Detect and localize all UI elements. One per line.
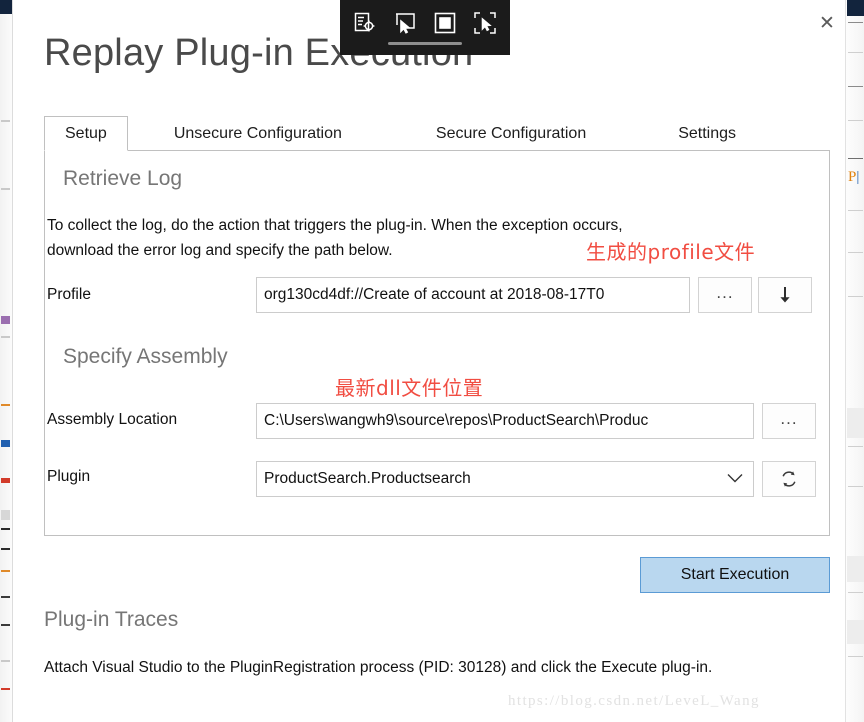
- close-icon[interactable]: ✕: [812, 8, 842, 38]
- assembly-location-label: Assembly Location: [47, 411, 178, 428]
- selection-capture-icon[interactable]: [470, 8, 500, 38]
- assembly-browse-button[interactable]: ...: [762, 403, 816, 439]
- refresh-icon: [782, 471, 796, 487]
- background-titlebar-left: [0, 0, 12, 14]
- tab-setup[interactable]: Setup: [44, 116, 128, 151]
- annotation-profile-file: 生成的profile文件: [586, 240, 756, 264]
- background-truncated-text: P|: [848, 169, 860, 185]
- plugin-select-value: ProductSearch.Productsearch: [264, 470, 471, 487]
- toolbar-drag-handle[interactable]: [388, 42, 462, 45]
- background-window-right-edge: P|: [845, 0, 864, 722]
- profile-label: Profile: [47, 286, 91, 303]
- annotation-dll-location: 最新dll文件位置: [335, 376, 484, 400]
- tab-bar[interactable]: Setup Unsecure Configuration Secure Conf…: [44, 116, 830, 151]
- tab-settings[interactable]: Settings: [658, 116, 756, 151]
- specify-assembly-heading: Specify Assembly: [63, 345, 228, 368]
- background-window-left-edge: [0, 0, 13, 722]
- screen-capture-toolbar[interactable]: [340, 0, 510, 55]
- profile-browse-button[interactable]: ...: [698, 277, 752, 313]
- screenshot-root: P| ✕ Replay Plug-in Execution Setup Unse…: [0, 0, 864, 722]
- download-arrow-icon: [780, 287, 790, 303]
- plugin-traces-text: Attach Visual Studio to the PluginRegist…: [44, 659, 713, 676]
- retrieve-log-description: To collect the log, do the action that t…: [47, 217, 623, 259]
- inspect-element-icon[interactable]: [350, 8, 380, 38]
- assembly-location-input[interactable]: C:\Users\wangwh9\source\repos\ProductSea…: [256, 403, 754, 439]
- background-titlebar-right: [847, 0, 864, 16]
- cursor-capture-icon[interactable]: [390, 8, 420, 38]
- region-capture-icon[interactable]: [430, 8, 460, 38]
- plugin-label: Plugin: [47, 468, 91, 485]
- plugin-refresh-button[interactable]: [762, 461, 816, 497]
- chevron-down-icon: [727, 472, 743, 487]
- ellipsis-icon: ...: [780, 409, 798, 428]
- tab-unsecure-configuration[interactable]: Unsecure Configuration: [154, 116, 362, 151]
- retrieve-log-heading: Retrieve Log: [63, 167, 183, 190]
- profile-download-button[interactable]: [758, 277, 812, 313]
- watermark: https://blog.csdn.net/LeveL_Wang: [508, 693, 760, 709]
- profile-input[interactable]: org130cd4df://Create of account at 2018-…: [256, 277, 690, 313]
- tab-secure-configuration[interactable]: Secure Configuration: [416, 116, 606, 151]
- plugin-traces-heading: Plug-in Traces: [44, 608, 179, 631]
- plugin-select[interactable]: ProductSearch.Productsearch: [256, 461, 754, 497]
- start-execution-button[interactable]: Start Execution: [640, 557, 830, 593]
- setup-panel: Retrieve Log To collect the log, do the …: [44, 150, 830, 536]
- ellipsis-icon: ...: [716, 283, 734, 302]
